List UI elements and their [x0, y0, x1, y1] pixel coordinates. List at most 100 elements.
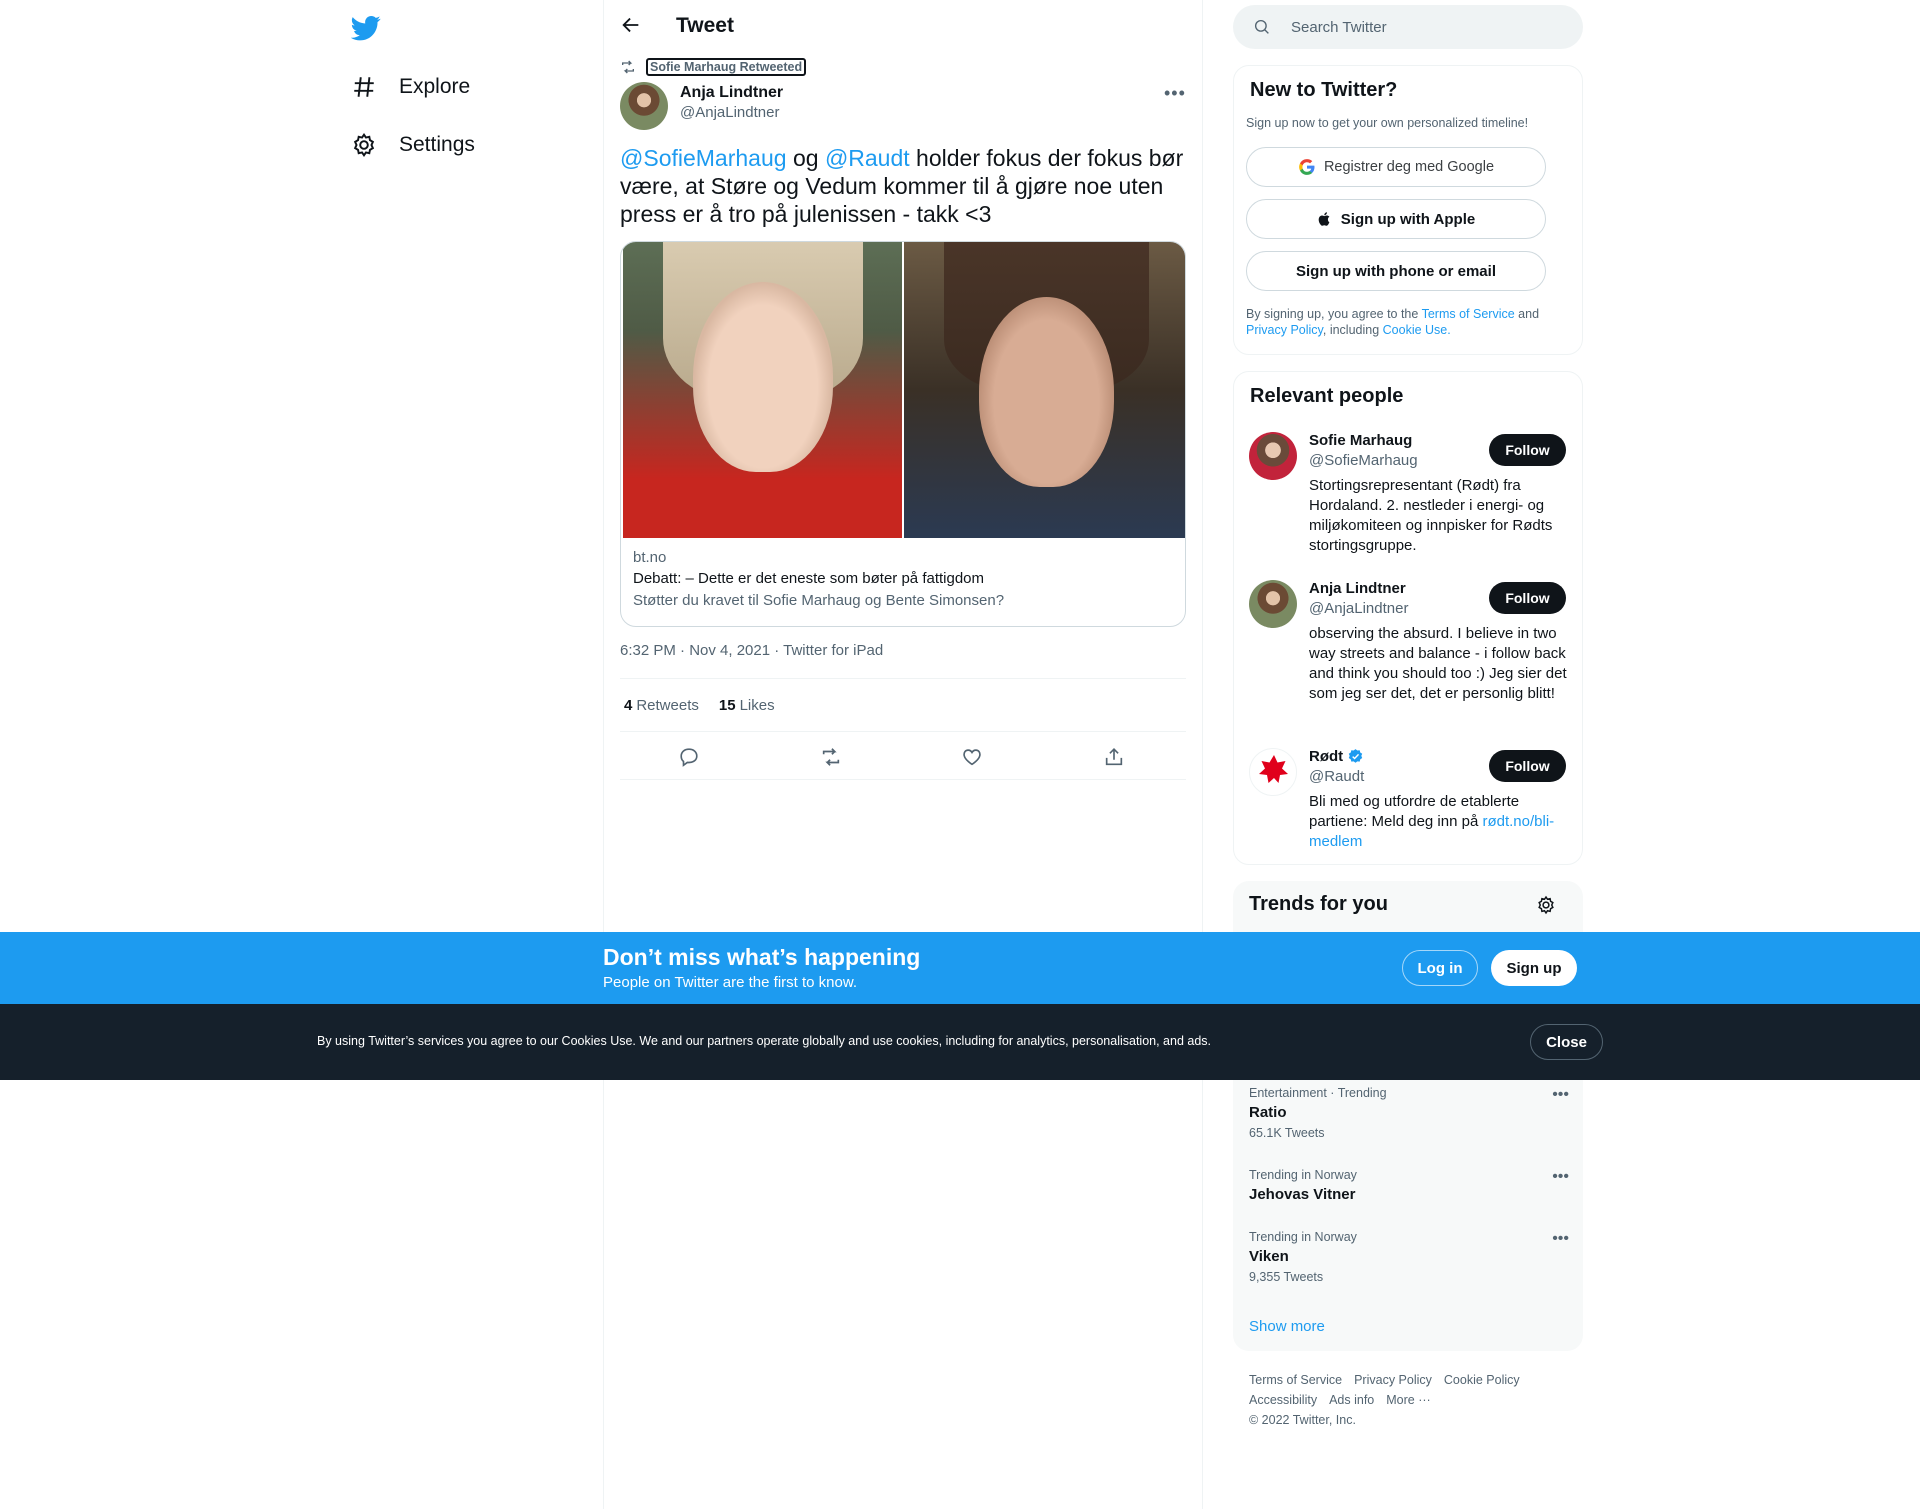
footer-link[interactable]: Accessibility	[1249, 1393, 1317, 1407]
cookie-bar: By using Twitter’s services you agree to…	[0, 1004, 1920, 1080]
trend-item[interactable]: Trending in Norway Viken 9,355 Tweets ••…	[1249, 1230, 1569, 1284]
person-name[interactable]: Sofie Marhaug	[1309, 432, 1412, 449]
retweet-icon[interactable]	[820, 746, 842, 768]
cookie-text: By using Twitter’s services you agree to…	[317, 1034, 1212, 1048]
person-name[interactable]: Rødt	[1309, 748, 1364, 765]
google-signup-button[interactable]: Registrer deg med Google	[1246, 147, 1546, 187]
footer-link[interactable]: More ···	[1386, 1393, 1430, 1407]
google-icon	[1298, 158, 1316, 176]
more-options-icon[interactable]: •••	[1164, 83, 1186, 104]
likes-label: Likes	[739, 696, 775, 714]
rodt-logo[interactable]	[1249, 748, 1297, 796]
avatar[interactable]	[1249, 432, 1297, 480]
person-card[interactable]: Anja Lindtner @AnjaLindtner Follow obser…	[1249, 580, 1579, 730]
phone-signup-label: Sign up with phone or email	[1295, 262, 1496, 280]
footer-link[interactable]: Privacy Policy	[1354, 1373, 1432, 1387]
panel-title: Relevant people	[1250, 385, 1404, 407]
trends-settings-icon[interactable]	[1536, 895, 1556, 915]
person-card[interactable]: Sofie Marhaug @SofieMarhaug Follow Stort…	[1249, 432, 1579, 562]
signup-legal-text: By signing up, you agree to the Terms of…	[1246, 306, 1566, 338]
trend-name: Viken	[1249, 1248, 1289, 1265]
banner-subtitle: People on Twitter are the first to know.	[603, 974, 858, 991]
phone-email-signup-button[interactable]: Sign up with phone or email	[1246, 251, 1546, 291]
privacy-link[interactable]: Privacy Policy	[1246, 323, 1323, 337]
retweets-label: Retweets	[636, 696, 699, 714]
likes-count: 15	[718, 696, 736, 714]
tweet-stats: 4 Retweets 15 Likes	[620, 678, 1186, 732]
author-handle[interactable]: @AnjaLindtner	[680, 104, 779, 121]
person-handle[interactable]: @Raudt	[1309, 768, 1364, 785]
login-button[interactable]: Log in	[1402, 950, 1478, 986]
trend-item[interactable]: Entertainment · Trending Ratio 65.1K Twe…	[1249, 1086, 1569, 1140]
retweet-icon	[620, 59, 636, 75]
more-options-icon[interactable]: •••	[1552, 1168, 1569, 1186]
card-photo-right	[904, 242, 1185, 538]
mention-link[interactable]: @SofieMarhaug	[620, 145, 787, 171]
show-more-link[interactable]: Show more	[1249, 1318, 1325, 1335]
back-arrow-icon[interactable]	[620, 14, 646, 40]
trend-count: 65.1K Tweets	[1249, 1126, 1325, 1140]
link-preview-card[interactable]: bt.no Debatt: – Dette er det eneste som …	[620, 241, 1186, 627]
terms-link[interactable]: Terms of Service	[1422, 307, 1515, 321]
search-input[interactable]: Search Twitter	[1291, 19, 1387, 36]
person-card[interactable]: Rødt @Raudt Follow Bli med og utfordre d…	[1249, 748, 1579, 858]
share-icon[interactable]	[1103, 746, 1125, 768]
gear-icon	[351, 132, 377, 158]
card-photo-left	[623, 242, 902, 538]
trend-name: Jehovas Vitner	[1249, 1186, 1356, 1203]
relevant-people-panel: Relevant people Sofie Marhaug @SofieMarh…	[1233, 371, 1583, 865]
card-title: Debatt: – Dette er det eneste som bøter …	[633, 570, 985, 587]
follow-button[interactable]: Follow	[1489, 434, 1566, 466]
retweet-context: Sofie Marhaug Retweeted	[620, 58, 807, 76]
tweet-timestamp[interactable]: 6:32 PM · Nov 4, 2021 · Twitter for iPad	[620, 642, 883, 659]
search-icon	[1253, 18, 1271, 36]
hashtag-icon	[351, 74, 377, 100]
follow-button[interactable]: Follow	[1489, 582, 1566, 614]
close-button[interactable]: Close	[1530, 1024, 1603, 1060]
person-name-text: Rødt	[1309, 748, 1344, 765]
retweets-stat[interactable]: 4 Retweets	[624, 697, 699, 714]
legal-text: By signing up, you agree to the	[1246, 307, 1422, 321]
trend-item[interactable]: Trending in Norway Jehovas Vitner •••	[1249, 1168, 1569, 1203]
cookie-use-link[interactable]: Cookie Use.	[1383, 323, 1451, 337]
trend-meta: Trending in Norway	[1249, 1230, 1357, 1244]
retweeted-by-link[interactable]: Sofie Marhaug Retweeted	[646, 58, 807, 76]
apple-signup-button[interactable]: Sign up with Apple	[1246, 199, 1546, 239]
footer-link[interactable]: Cookie Policy	[1444, 1373, 1520, 1387]
reply-icon[interactable]	[678, 746, 700, 768]
legal-text: , including	[1322, 323, 1383, 337]
footer-link[interactable]: Terms of Service	[1249, 1373, 1342, 1387]
follow-button[interactable]: Follow	[1489, 750, 1566, 782]
card-description: Støtter du kravet til Sofie Marhaug og B…	[633, 592, 1005, 609]
footer-link[interactable]: Ads info	[1329, 1393, 1374, 1407]
panel-title: Trends for you	[1249, 893, 1388, 915]
person-handle[interactable]: @AnjaLindtner	[1309, 600, 1408, 617]
nav-settings-label: Settings	[399, 133, 475, 156]
likes-stat[interactable]: 15 Likes	[719, 697, 775, 714]
trend-name: Ratio	[1249, 1104, 1287, 1121]
author-avatar[interactable]	[620, 82, 668, 130]
retweets-count: 4	[624, 696, 633, 714]
mention-link[interactable]: @Raudt	[825, 145, 910, 171]
apple-signup-label: Sign up with Apple	[1340, 210, 1476, 228]
more-options-icon[interactable]: •••	[1552, 1230, 1569, 1248]
photo-face	[979, 297, 1114, 487]
photo-face	[693, 282, 833, 472]
google-signup-label: Registrer deg med Google	[1323, 159, 1495, 175]
tweet-text-part: og	[786, 145, 825, 171]
panel-title: New to Twitter?	[1250, 79, 1398, 101]
person-handle[interactable]: @SofieMarhaug	[1309, 452, 1418, 469]
nav-settings[interactable]: Settings	[351, 125, 475, 165]
author-name[interactable]: Anja Lindtner	[680, 84, 783, 102]
like-heart-icon[interactable]	[961, 746, 983, 768]
nav-explore[interactable]: Explore	[351, 67, 470, 107]
twitter-logo-icon[interactable]	[351, 13, 381, 43]
card-domain: bt.no	[633, 549, 667, 566]
signup-button[interactable]: Sign up	[1491, 950, 1577, 986]
main-column: Tweet Sofie Marhaug Retweeted Anja Lindt…	[603, 0, 1203, 1509]
search-box[interactable]: Search Twitter	[1233, 5, 1583, 49]
person-name[interactable]: Anja Lindtner	[1309, 580, 1406, 597]
page-title: Tweet	[676, 14, 734, 37]
avatar[interactable]	[1249, 580, 1297, 628]
more-options-icon[interactable]: •••	[1552, 1086, 1569, 1104]
